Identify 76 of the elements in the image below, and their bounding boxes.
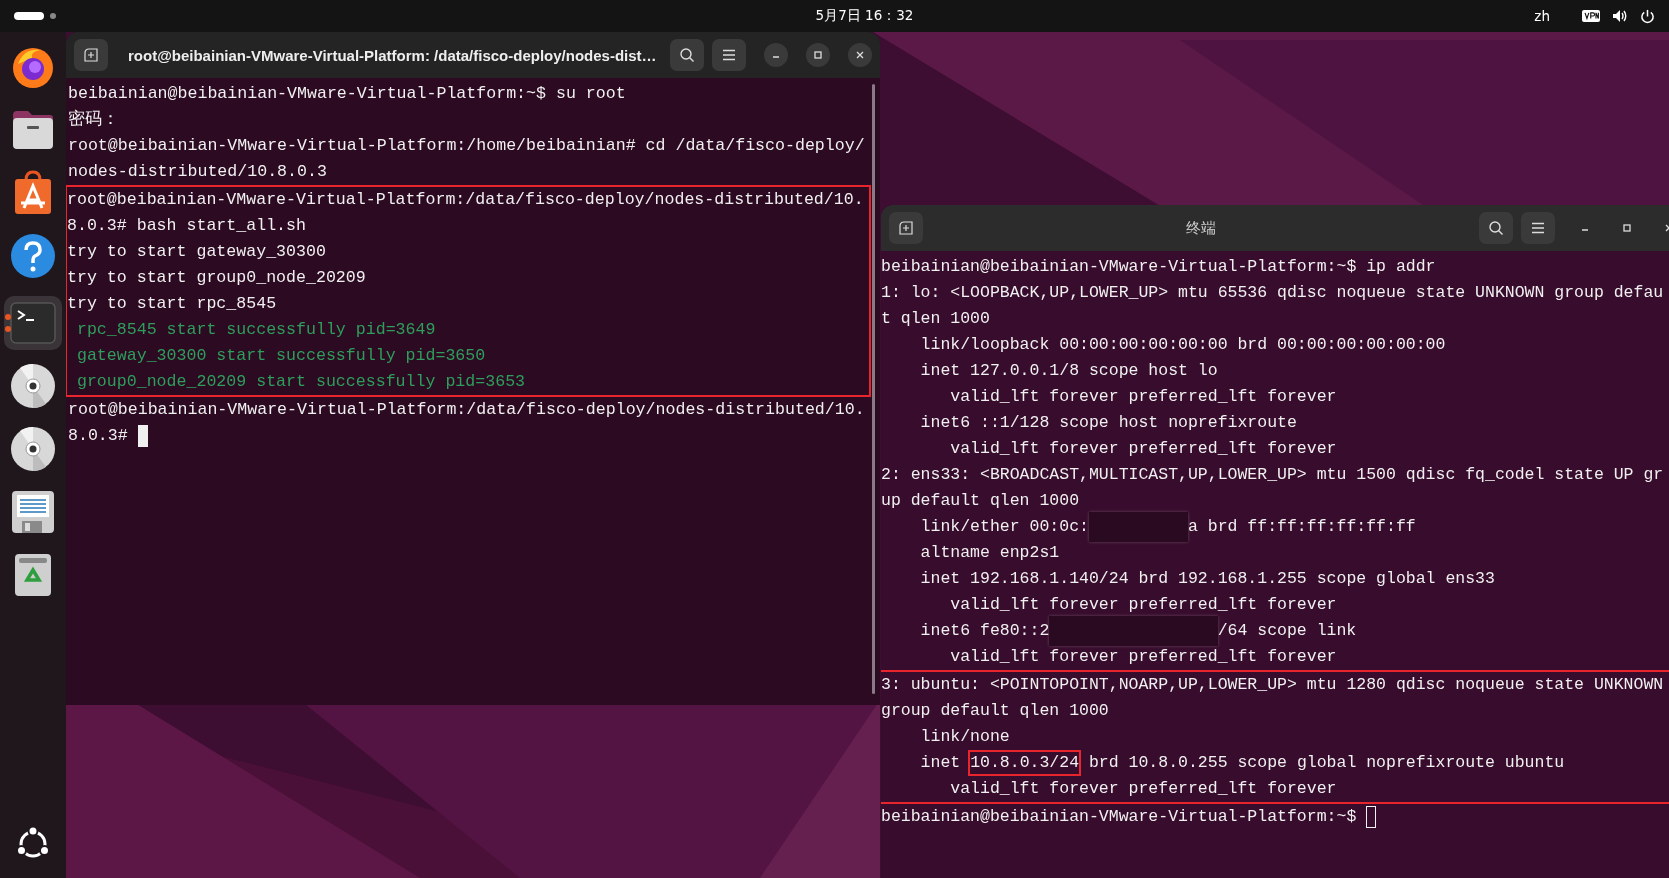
- disc-icon[interactable]: [10, 363, 56, 409]
- terminal-line: valid_lft forever preferred_lft forever: [949, 438, 1337, 460]
- terminal-line: gateway_30300 start successfully pid=3650: [75, 345, 486, 367]
- terminal-line: 1: lo: <LOOPBACK,UP,LOWER_UP> mtu 65536 qdisc noqueue state UNKNOWN group defau: [881, 282, 1664, 304]
- terminal-line: beibainian@beibainian-VMware-Virtual-Platform:~$ su root: [68, 83, 626, 105]
- terminal-line: valid_lft forever preferred_lft forever: [949, 646, 1337, 668]
- terminal-line: valid_lft forever preferred_lft forever: [949, 778, 1337, 800]
- document-icon[interactable]: [11, 490, 55, 534]
- terminal-line: link/loopback 00:00:00:00:00:00 brd 00:00:00:00:00:00: [919, 334, 1446, 356]
- terminal-line: link/none: [919, 726, 1010, 748]
- terminal-text: link/ether 00:0c:: [919, 516, 1089, 538]
- scrollbar[interactable]: [872, 84, 875, 694]
- maximize-icon: [813, 50, 823, 60]
- terminal-line: t qlen 1000: [881, 308, 990, 330]
- terminal-line: 3: ubuntu: <POINTOPOINT,NOARP,UP,LOWER_UP> mtu 1280 qdisc noqueue state UNKNOWN: [881, 674, 1664, 696]
- menu-button[interactable]: [1521, 212, 1555, 244]
- terminal-line: up default qlen 1000: [881, 490, 1080, 512]
- terminal-text: inet: [919, 752, 962, 774]
- terminal-line: try to start group0_node_20209: [67, 267, 366, 289]
- terminal-line: beibainian@beibainian-VMware-Virtual-Platform:~$: [881, 806, 1357, 828]
- menu-icon: [722, 49, 736, 61]
- terminal-line: 8.0.3#: [68, 425, 128, 447]
- terminal-line: try to start rpc_8545: [67, 293, 277, 315]
- terminal-line: inet6 ::1/128 scope host noprefixroute: [919, 412, 1297, 434]
- terminal-line: root@beibainian-VMware-Virtual-Platform:/home/beibainian# cd /data/fisco-deploy/: [68, 135, 865, 157]
- terminal-line: valid_lft forever preferred_lft forever: [949, 594, 1337, 616]
- search-button[interactable]: [1479, 212, 1513, 244]
- volume-icon[interactable]: [1612, 9, 1628, 23]
- help-icon[interactable]: [10, 233, 56, 279]
- terminal-line: valid_lft forever preferred_lft forever: [949, 386, 1337, 408]
- input-method-indicator[interactable]: zh: [1534, 8, 1550, 24]
- close-button[interactable]: [848, 43, 872, 67]
- terminal-line: group default qlen 1000: [881, 700, 1109, 722]
- new-tab-button[interactable]: [74, 39, 108, 71]
- disc-icon[interactable]: [10, 426, 56, 472]
- maximize-icon: [1622, 223, 1632, 233]
- new-tab-icon: [83, 47, 99, 63]
- shopping-bag-icon[interactable]: [13, 170, 53, 216]
- terminal-line: 密码：: [68, 108, 119, 131]
- running-indicator: [5, 314, 11, 332]
- terminal-line: inet 127.0.0.1/8 scope host lo: [919, 360, 1218, 382]
- terminal-line: root@beibainian-VMware-Virtual-Platform:/data/fisco-deploy/nodes-distributed/10.: [67, 189, 864, 211]
- search-button[interactable]: [670, 39, 704, 71]
- power-icon[interactable]: [1640, 8, 1655, 24]
- terminal-line: group0_node_20209 start successfully pid=3653: [75, 371, 526, 393]
- close-icon: [855, 50, 865, 60]
- terminal-line: nodes-distributed/10.8.0.3: [68, 161, 327, 183]
- workspace-indicator[interactable]: [14, 11, 58, 21]
- folder-icon[interactable]: [10, 109, 56, 151]
- window-title: root@beibainian-VMware-Virtual-Platform: /data/fisco-deploy/nodes-dist…: [127, 46, 658, 64]
- terminal-line: beibainian@beibainian-VMware-Virtual-Platform:~$ ip addr: [881, 256, 1436, 278]
- menu-button[interactable]: [712, 39, 746, 71]
- new-tab-icon: [898, 220, 914, 236]
- terminal-line: 2: ens33: <BROADCAST,MULTICAST,UP,LOWER_UP> mtu 1500 qdisc fq_codel state UP gr: [881, 464, 1664, 486]
- search-icon: [679, 47, 695, 63]
- new-tab-button[interactable]: [889, 212, 923, 244]
- menu-icon: [1531, 222, 1545, 234]
- trash-icon[interactable]: [14, 553, 52, 597]
- clock[interactable]: 5月7日 16：32: [815, 7, 914, 25]
- minimize-button[interactable]: [764, 43, 788, 67]
- window-title: 终端: [1185, 218, 1217, 238]
- terminal-text: /64 scope link: [1217, 620, 1357, 642]
- highlighted-text: 10.8.0.3/24: [970, 752, 1080, 774]
- terminal-line: try to start gateway_30300: [67, 241, 326, 263]
- terminal-line: altname enp2s1: [919, 542, 1060, 564]
- terminal-line: 8.0.3# bash start_all.sh: [67, 215, 306, 237]
- terminal-line: inet 192.168.1.140/24 brd 192.168.1.255 scope global ens33: [919, 568, 1495, 590]
- terminal-line: rpc_8545 start successfully pid=3649: [75, 319, 436, 341]
- terminal-line: root@beibainian-VMware-Virtual-Platform:/data/fisco-deploy/nodes-distributed/10.: [68, 399, 865, 421]
- search-icon: [1488, 220, 1504, 236]
- terminal-text: inet6 fe80::2: [919, 620, 1050, 642]
- terminal-icon[interactable]: [10, 302, 56, 344]
- terminal-text: brd 10.8.0.255 scope global noprefixroute ubuntu: [1087, 752, 1565, 774]
- terminal-text: a brd ff:ff:ff:ff:ff:ff: [1187, 516, 1416, 538]
- vpn-icon[interactable]: [1582, 10, 1600, 22]
- maximize-button[interactable]: [806, 43, 830, 67]
